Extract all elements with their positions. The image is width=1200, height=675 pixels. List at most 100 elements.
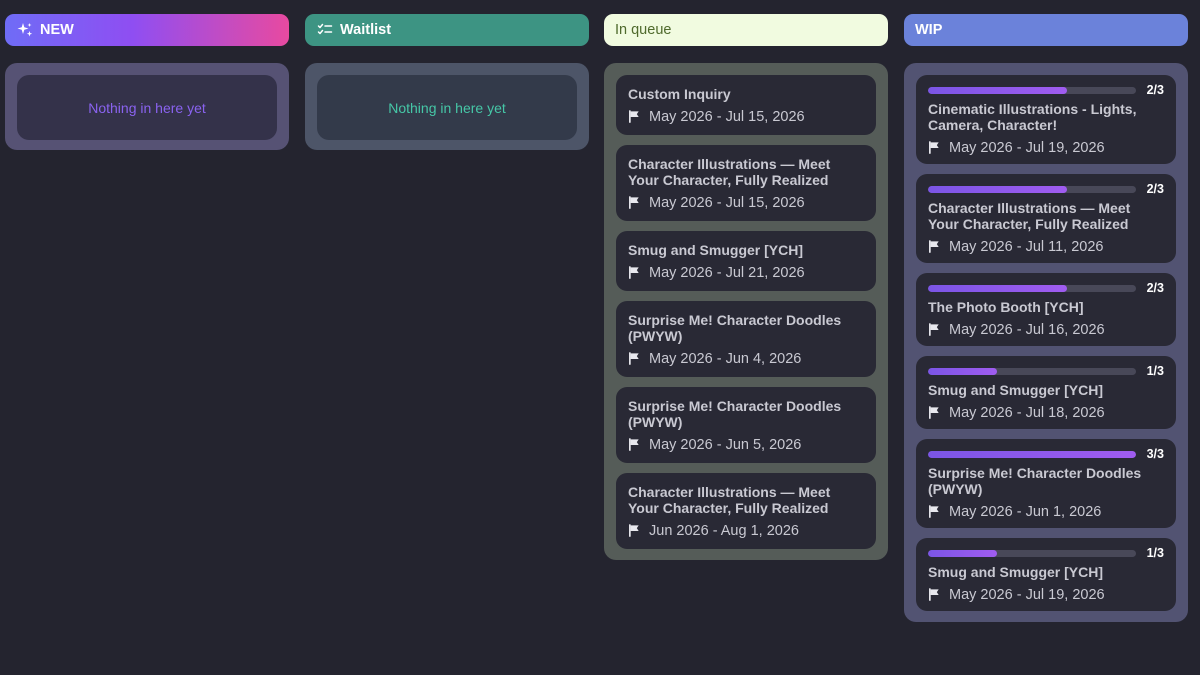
progress-count: 2/3 — [1146, 281, 1164, 295]
flag-icon — [628, 110, 642, 124]
kanban-board: NEW Nothing in here yet Waitlist Nothing… — [0, 0, 1200, 675]
date-range: May 2026 - Jun 4, 2026 — [649, 351, 802, 367]
progress-bar — [928, 86, 1136, 94]
card-title: Surprise Me! Character Doodles (PWYW) — [928, 465, 1142, 497]
progress-count: 2/3 — [1146, 83, 1164, 97]
progress-fill — [928, 284, 1067, 292]
date-range: May 2026 - Jul 21, 2026 — [649, 265, 805, 281]
card-title: Smug and Smugger [YCH] — [628, 242, 804, 258]
progress-row: 1/3 — [928, 364, 1164, 378]
card-date: May 2026 - Jul 21, 2026 — [628, 265, 864, 281]
date-range: May 2026 - Jun 1, 2026 — [949, 504, 1102, 520]
column-header-in-queue[interactable]: In queue — [604, 14, 888, 46]
progress-count: 1/3 — [1146, 364, 1164, 378]
progress-bar — [928, 284, 1136, 292]
flag-icon — [628, 524, 642, 538]
empty-state: Nothing in here yet — [17, 75, 277, 140]
card-title: Surprise Me! Character Doodles (PWYW) — [628, 312, 842, 344]
commission-card[interactable]: Surprise Me! Character Doodles (PWYW) May… — [616, 301, 876, 377]
flag-icon — [628, 266, 642, 280]
progress-fill — [928, 185, 1067, 193]
card-title: Character Illustrations — Meet Your Char… — [628, 484, 831, 516]
column-new: NEW Nothing in here yet — [5, 14, 289, 150]
column-wip: WIP 2/3 Cinematic Illustrations - Lights,… — [904, 14, 1188, 622]
column-body-wip: 2/3 Cinematic Illustrations - Lights, Cam… — [904, 63, 1188, 622]
card-date: May 2026 - Jul 19, 2026 — [928, 587, 1164, 603]
column-header-waitlist[interactable]: Waitlist — [305, 14, 589, 46]
empty-state: Nothing in here yet — [317, 75, 577, 140]
card-title: Cinematic Illustrations - Lights, Camera… — [928, 101, 1137, 133]
commission-card[interactable]: 2/3 Cinematic Illustrations - Lights, Cam… — [916, 75, 1176, 164]
progress-bar — [928, 185, 1136, 193]
column-body-in-queue: Custom Inquiry May 2026 - Jul 15, 2026 Cha… — [604, 63, 888, 560]
progress-bar — [928, 450, 1136, 458]
card-date: May 2026 - Jul 19, 2026 — [928, 140, 1164, 156]
progress-row: 3/3 — [928, 447, 1164, 461]
date-range: May 2026 - Jul 19, 2026 — [949, 140, 1105, 156]
flag-icon — [628, 352, 642, 366]
progress-count: 2/3 — [1146, 182, 1164, 196]
progress-fill — [928, 450, 1136, 458]
column-waitlist: Waitlist Nothing in here yet — [305, 14, 589, 150]
flag-icon — [928, 406, 942, 420]
date-range: May 2026 - Jul 11, 2026 — [949, 239, 1104, 255]
commission-card[interactable]: 1/3 Smug and Smugger [YCH] May 2026 - Jul … — [916, 538, 1176, 611]
column-body-waitlist: Nothing in here yet — [305, 63, 589, 150]
date-range: May 2026 - Jul 18, 2026 — [949, 405, 1105, 421]
date-range: May 2026 - Jul 16, 2026 — [949, 322, 1105, 338]
commission-card[interactable]: 1/3 Smug and Smugger [YCH] May 2026 - Jul … — [916, 356, 1176, 429]
card-date: May 2026 - Jul 15, 2026 — [628, 109, 864, 125]
card-title: Smug and Smugger [YCH] — [928, 564, 1104, 580]
progress-row: 2/3 — [928, 83, 1164, 97]
date-range: May 2026 - Jul 15, 2026 — [649, 195, 805, 211]
flag-icon — [628, 438, 642, 452]
card-date: May 2026 - Jul 18, 2026 — [928, 405, 1164, 421]
card-title: The Photo Booth [YCH] — [928, 299, 1084, 315]
commission-card[interactable]: Smug and Smugger [YCH] May 2026 - Jul 21,… — [616, 231, 876, 291]
flag-icon — [928, 505, 942, 519]
flag-icon — [928, 141, 942, 155]
commission-card[interactable]: 2/3 The Photo Booth [YCH] May 2026 - Jul 1… — [916, 273, 1176, 346]
flag-icon — [928, 588, 942, 602]
column-in-queue: In queue Custom Inquiry May 2026 - Jul 15… — [604, 14, 888, 560]
column-body-new: Nothing in here yet — [5, 63, 289, 150]
date-range: May 2026 - Jul 15, 2026 — [649, 109, 805, 125]
column-title: NEW — [40, 22, 74, 38]
card-date: May 2026 - Jul 16, 2026 — [928, 322, 1164, 338]
progress-fill — [928, 367, 998, 375]
column-header-wip[interactable]: WIP — [904, 14, 1188, 46]
progress-fill — [928, 549, 998, 557]
card-date: May 2026 - Jul 15, 2026 — [628, 195, 864, 211]
card-date: May 2026 - Jun 4, 2026 — [628, 351, 864, 367]
column-title: In queue — [615, 22, 672, 38]
column-title: WIP — [915, 22, 943, 38]
card-title: Custom Inquiry — [628, 86, 731, 102]
date-range: May 2026 - Jun 5, 2026 — [649, 437, 802, 453]
progress-fill — [928, 86, 1067, 94]
commission-card[interactable]: 2/3 Character Illustrations — Meet Your C… — [916, 174, 1176, 263]
card-date: Jun 2026 - Aug 1, 2026 — [628, 523, 864, 539]
commission-card[interactable]: Character Illustrations — Meet Your Char… — [616, 473, 876, 549]
commission-card[interactable]: Custom Inquiry May 2026 - Jul 15, 2026 — [616, 75, 876, 135]
progress-bar — [928, 367, 1136, 375]
commission-card[interactable]: Character Illustrations — Meet Your Char… — [616, 145, 876, 221]
date-range: Jun 2026 - Aug 1, 2026 — [649, 523, 799, 539]
progress-count: 1/3 — [1146, 546, 1164, 560]
card-date: May 2026 - Jun 1, 2026 — [928, 504, 1164, 520]
card-title: Surprise Me! Character Doodles (PWYW) — [628, 398, 842, 430]
date-range: May 2026 - Jul 19, 2026 — [949, 587, 1105, 603]
checklist-icon — [316, 21, 334, 39]
commission-card[interactable]: Surprise Me! Character Doodles (PWYW) May… — [616, 387, 876, 463]
flag-icon — [928, 323, 942, 337]
progress-bar — [928, 549, 1136, 557]
sparkle-icon — [16, 21, 34, 39]
commission-card[interactable]: 3/3 Surprise Me! Character Doodles (PWYW)… — [916, 439, 1176, 528]
card-title: Character Illustrations — Meet Your Char… — [928, 200, 1131, 232]
flag-icon — [628, 196, 642, 210]
progress-row: 2/3 — [928, 182, 1164, 196]
card-date: May 2026 - Jul 11, 2026 — [928, 239, 1164, 255]
card-date: May 2026 - Jun 5, 2026 — [628, 437, 864, 453]
progress-row: 2/3 — [928, 281, 1164, 295]
column-title: Waitlist — [340, 22, 392, 38]
column-header-new[interactable]: NEW — [5, 14, 289, 46]
